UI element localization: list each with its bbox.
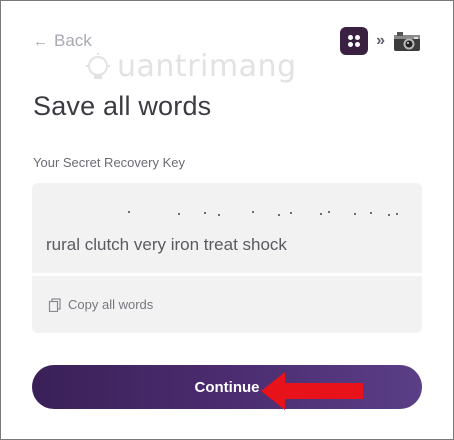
header-icons: »: [340, 27, 421, 55]
copy-icon: [48, 297, 61, 312]
watermark-text: uantrimang: [117, 49, 297, 84]
double-chevron-right-icon: »: [376, 32, 385, 49]
watermark: uantrimang: [83, 49, 297, 84]
recovery-key-label: Your Secret Recovery Key: [33, 155, 185, 170]
arrow-left-icon: ←: [33, 32, 48, 50]
app-window: ← Back » uantrimang Save all words Your …: [0, 0, 454, 440]
recovery-key-panel: rural clutch very iron treat shock: [32, 183, 422, 273]
back-button[interactable]: ← Back: [33, 31, 92, 51]
copy-all-words-button[interactable]: Copy all words: [32, 276, 422, 333]
recovery-words-partial: rural clutch very iron treat shock: [46, 235, 287, 254]
camera-icon: [394, 32, 420, 51]
back-label: Back: [54, 31, 92, 50]
page-title: Save all words: [33, 91, 212, 121]
copy-all-words-label: Copy all words: [68, 297, 154, 312]
blurred-words-line: [32, 209, 422, 219]
continue-button[interactable]: Continue: [32, 365, 422, 409]
lightbulb-logo-icon: [86, 52, 110, 79]
dice-app-icon: [340, 27, 369, 55]
